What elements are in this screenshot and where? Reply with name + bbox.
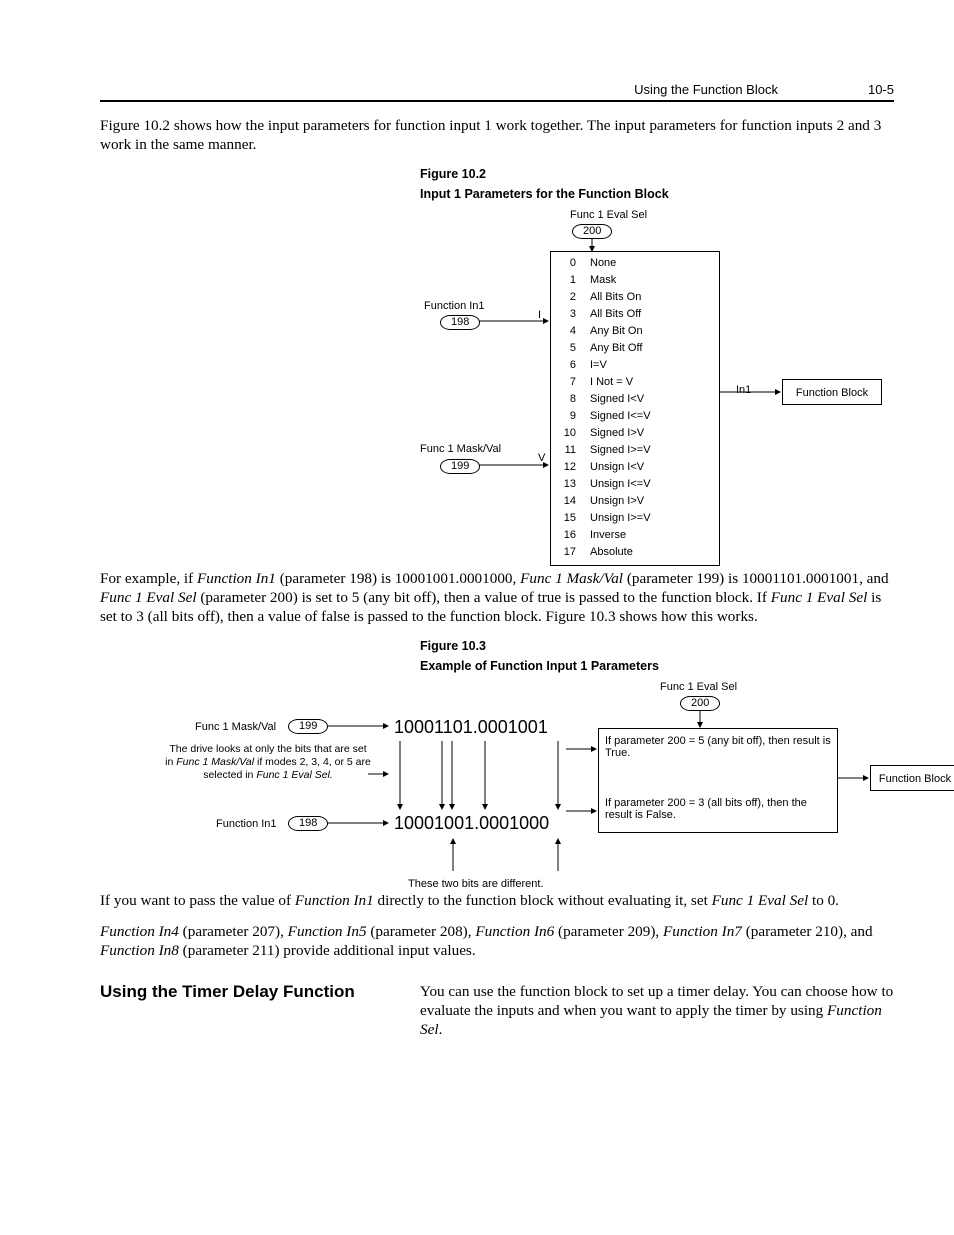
figure-10-3: Func 1 Eval Sel 200 Func 1 Mask/Val 199 … [160,681,954,891]
timer-section: Using the Timer Delay Function You can u… [100,982,894,1039]
pass-paragraph: If you want to pass the value of Functio… [100,891,894,910]
binary-function-in1: 10001001.0001000 [394,813,549,834]
mask-val-pill: 199 [288,719,328,734]
running-header: Using the Function Block 10-5 [100,82,894,102]
figure-10-2-title: Input 1 Parameters for the Function Bloc… [420,187,894,201]
i-label: I [538,309,541,321]
option-row: 5Any Bit Off [560,342,720,354]
option-row: 3All Bits Off [560,308,720,320]
figure-10-2: Func 1 Eval Sel 200 Function In1 198 I F… [420,209,890,569]
option-row: 9Signed I<=V [560,410,720,422]
function-in1-pill: 198 [440,315,480,330]
header-page-number: 10-5 [868,82,894,97]
intro-paragraph: Figure 10.2 shows how the input paramete… [100,116,894,154]
function-in1-label: Function In1 [216,818,277,830]
eval-sel-label: Func 1 Eval Sel [570,209,647,221]
timer-paragraph: You can use the function block to set up… [420,982,894,1039]
option-row: 12Unsign I<V [560,461,720,473]
option-row: 14Unsign I>V [560,495,720,507]
mask-val-label: Func 1 Mask/Val [195,721,276,733]
in1-out-label: In1 [736,384,751,396]
example-paragraph: For example, if Function In1 (parameter … [100,569,894,626]
eval-sel-param-pill: 200 [572,224,612,239]
function-block-box: Function Block [870,765,954,791]
option-row: 13Unsign I<=V [560,478,720,490]
bits-different-label: These two bits are different. [408,878,544,890]
header-title: Using the Function Block [634,82,778,97]
v-label: V [538,452,545,464]
option-row: 15Unsign I>=V [560,512,720,524]
option-row: 1Mask [560,274,720,286]
timer-heading: Using the Timer Delay Function [100,982,392,1002]
option-row: 16Inverse [560,529,720,541]
eval-result-box: If parameter 200 = 5 (any bit off), then… [598,728,838,833]
function-in1-pill: 198 [288,816,328,831]
eval-sel-label: Func 1 Eval Sel [660,681,737,693]
function-in1-label: Function In1 [424,300,485,312]
eval-sel-param-pill: 200 [680,696,720,711]
page: Using the Function Block 10-5 Figure 10.… [0,0,954,1099]
binary-mask-val: 10001101.0001001 [394,717,548,738]
option-row: 6I=V [560,359,720,371]
function-block-box: Function Block [782,379,882,405]
option-row: 11Signed I>=V [560,444,720,456]
figure-10-3-title: Example of Function Input 1 Parameters [420,659,894,673]
option-row: 17Absolute [560,546,720,558]
mask-val-pill: 199 [440,459,480,474]
figure-10-3-number: Figure 10.3 [420,638,894,655]
option-row: 4Any Bit On [560,325,720,337]
result-true-text: If parameter 200 = 5 (any bit off), then… [605,735,831,759]
option-row: 10Signed I>V [560,427,720,439]
result-false-text: If parameter 200 = 3 (all bits off), the… [605,797,831,821]
option-row: 8Signed I<V [560,393,720,405]
option-row: 2All Bits On [560,291,720,303]
mask-val-label: Func 1 Mask/Val [420,443,501,455]
additional-inputs-paragraph: Function In4 (parameter 207), Function I… [100,922,894,960]
option-row: 7I Not = V [560,376,720,388]
figure-10-2-number: Figure 10.2 [420,166,894,183]
mask-note: The drive looks at only the bits that ar… [164,743,372,782]
option-row: 0None [560,257,720,269]
